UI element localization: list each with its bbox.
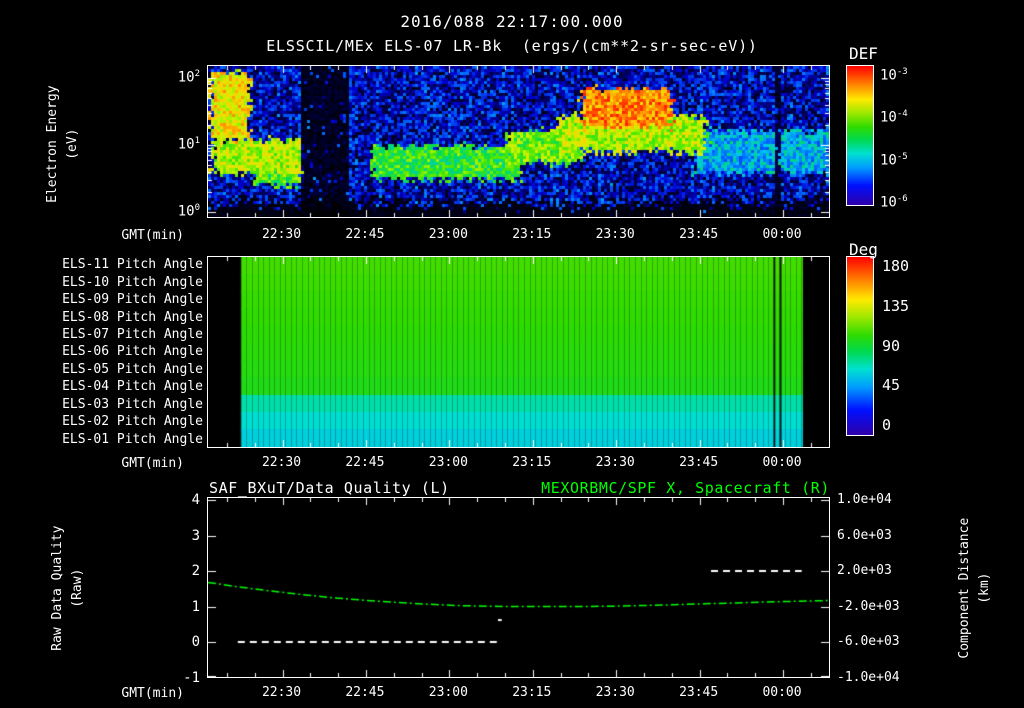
def-colorbar-label: DEF — [849, 44, 878, 63]
deg-colorbar-tick-label: 45 — [882, 376, 901, 395]
pitch-angle-panel — [207, 256, 830, 448]
pitch-angle-row-label: ELS-01 Pitch Angle — [62, 431, 203, 447]
panel3-right-tick-label: -6.0e+03 — [837, 634, 900, 650]
x-tick-label: 00:00 — [762, 455, 802, 470]
panel3-right-tick-label: 6.0e+03 — [837, 527, 892, 543]
deg-colorbar-tick-label: 180 — [882, 257, 910, 275]
panel3-right-axis-label-line2: (km) — [977, 572, 992, 604]
electron-energy-spectrogram — [207, 65, 830, 218]
x-tick-label: 22:45 — [345, 227, 385, 242]
panel1-y-tick-label: 102 — [177, 69, 200, 86]
panel3-right-tick-label: 1.0e+04 — [837, 492, 892, 507]
pitch-angle-row-label: ELS-07 Pitch Angle — [62, 327, 203, 343]
panel1-y-axis-label-line2: (eV) — [65, 128, 80, 160]
panel3-left-tick-label: 2 — [191, 563, 200, 580]
x-tick-label: 22:45 — [345, 685, 385, 700]
def-colorbar-tick-label: 10-4 — [880, 109, 908, 126]
panel1-y-axis-label-line1: Electron Energy — [44, 85, 60, 203]
x-tick-label: 23:30 — [595, 685, 635, 700]
panel1-y-tick-label: 101 — [177, 136, 200, 153]
panel3-left-tick-label: 4 — [191, 492, 200, 508]
pitch-angle-row-label: ELS-11 Pitch Angle — [62, 257, 203, 273]
pitch-angle-row-label: ELS-03 Pitch Angle — [62, 396, 203, 412]
x-tick-label: 23:45 — [679, 227, 719, 242]
pitch-angle-row-label: ELS-02 Pitch Angle — [62, 414, 203, 430]
panel3-right-tick-label: -1.0e+04 — [837, 670, 900, 685]
panel3-right-tick-label: 2.0e+03 — [837, 563, 892, 579]
def-colorbar-tick-label: 10-3 — [880, 67, 908, 84]
panel1-y-axis-label: Electron Energy (eV) — [43, 44, 83, 244]
x-tick-label: 22:45 — [345, 455, 385, 470]
els-data-display: 2016/088 22:17:00.000 ELSSCIL/MEx ELS-07… — [0, 0, 1024, 708]
panel3-right-axis-label-line1: Component Distance — [956, 517, 972, 659]
deg-colorbar-tick-label: 90 — [882, 336, 901, 355]
line-plot-canvas — [208, 498, 829, 677]
deg-colorbar-tick-label: 135 — [882, 296, 910, 315]
panel3-left-tick-label: 0 — [191, 634, 200, 651]
panel3-right-tick-label: -2.0e+03 — [837, 598, 900, 614]
panel3-left-tick-label: 1 — [191, 598, 200, 615]
panel3-right-title: MEXORBMC/SPF X, Spacecraft (R) — [541, 479, 830, 497]
pitch-angle-row-label: ELS-05 Pitch Angle — [62, 361, 203, 377]
def-colorbar-tick-label: 10-6 — [880, 193, 908, 211]
panel3-left-title: SAF_BXuT/Data Quality (L) — [209, 479, 450, 497]
pitch-angle-row-label: ELS-10 Pitch Angle — [62, 274, 203, 290]
x-tick-label: 23:15 — [512, 455, 552, 470]
x-tick-label: 23:30 — [595, 455, 635, 470]
x-tick-label: 00:00 — [762, 685, 802, 700]
gmt-label-panel3: GMT(min) — [121, 686, 184, 701]
pitch-angle-row-label: ELS-08 Pitch Angle — [62, 309, 203, 325]
x-tick-label: 23:15 — [512, 227, 552, 242]
spectrogram-canvas — [208, 66, 829, 217]
x-tick-label: 23:00 — [428, 685, 468, 700]
x-tick-label: 00:00 — [762, 227, 802, 242]
pitch-angle-row-label: ELS-06 Pitch Angle — [62, 344, 203, 360]
panel3-right-axis-label: Component Distance (km) — [955, 488, 995, 688]
deg-colorbar — [846, 256, 874, 436]
x-tick-label: 23:00 — [428, 455, 468, 470]
x-tick-label: 22:30 — [261, 227, 302, 242]
gmt-label-panel1: GMT(min) — [121, 228, 184, 243]
pitch-angle-row-label: ELS-09 Pitch Angle — [62, 292, 203, 308]
gmt-label-panel2: GMT(min) — [121, 456, 184, 471]
def-colorbar-tick-label: 10-5 — [880, 151, 908, 169]
x-tick-label: 23:00 — [428, 227, 468, 242]
x-tick-label: 23:15 — [512, 685, 552, 700]
x-tick-label: 23:30 — [595, 227, 635, 242]
pitch-angle-row-label: ELS-04 Pitch Angle — [62, 379, 203, 395]
x-tick-label: 23:45 — [679, 455, 719, 470]
panel3-left-axis-label-line1: Raw Data Quality — [49, 525, 65, 651]
def-colorbar — [846, 65, 874, 206]
deg-colorbar-label: Deg — [849, 240, 878, 259]
x-tick-label: 22:30 — [261, 685, 302, 700]
quality-distance-plot — [207, 497, 830, 678]
x-tick-label: 22:30 — [261, 455, 302, 470]
timestamp-title: 2016/088 22:17:00.000 — [400, 12, 624, 31]
x-tick-label: 23:45 — [679, 685, 719, 700]
panel3-left-axis-label: Raw Data Quality (Raw) — [48, 488, 88, 688]
panel3-left-tick-label: -1 — [183, 670, 200, 686]
deg-colorbar-tick-label: 0 — [882, 416, 892, 435]
panel3-left-tick-label: 3 — [191, 527, 200, 544]
panel3-left-axis-label-line2: (Raw) — [70, 568, 85, 608]
panel1-y-tick-label: 100 — [177, 203, 200, 220]
pitch-angle-canvas — [208, 257, 829, 447]
